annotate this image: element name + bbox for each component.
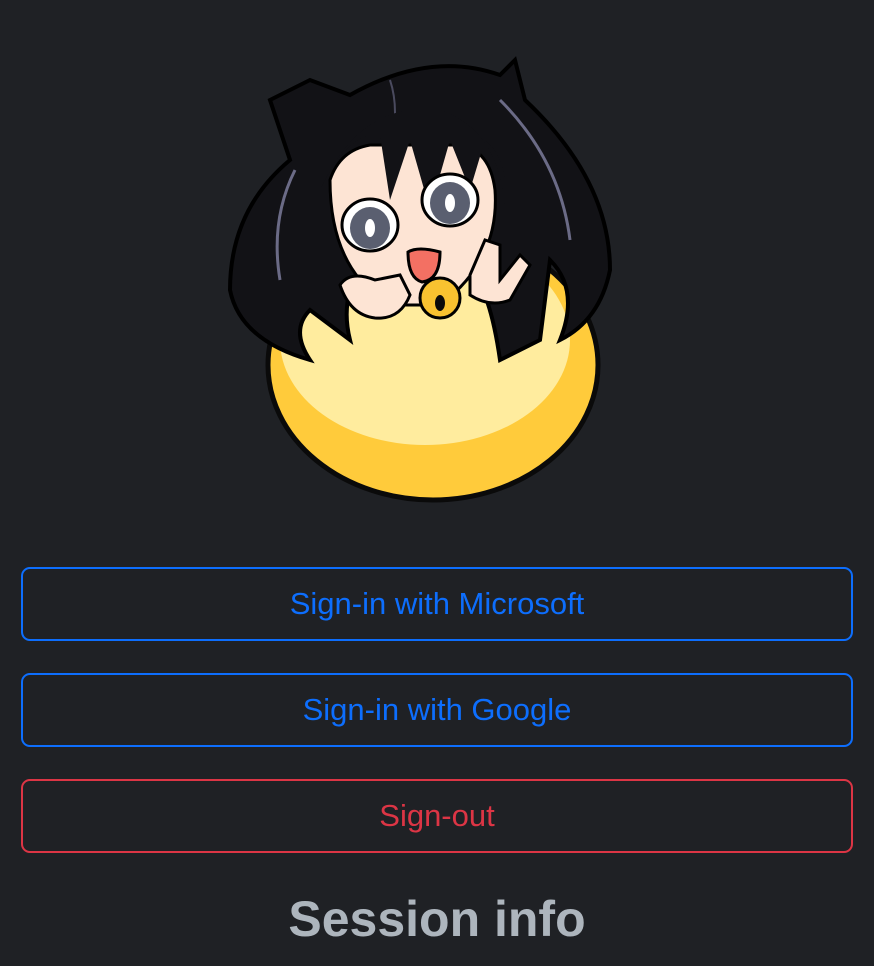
sign-in-google-button[interactable]: Sign-in with Google (21, 673, 853, 747)
login-page: Sign-in with Microsoft Sign-in with Goog… (0, 0, 874, 966)
mascot-girl-in-eggshell-icon (227, 56, 613, 503)
mascot-logo (200, 40, 660, 510)
session-info-heading: Session info (288, 891, 586, 947)
sign-in-microsoft-button[interactable]: Sign-in with Microsoft (21, 567, 853, 641)
sign-in-google-label: Sign-in with Google (302, 692, 572, 727)
sign-out-button[interactable]: Sign-out (21, 779, 853, 853)
sign-out-label: Sign-out (379, 798, 495, 833)
sign-in-microsoft-label: Sign-in with Microsoft (289, 586, 585, 621)
